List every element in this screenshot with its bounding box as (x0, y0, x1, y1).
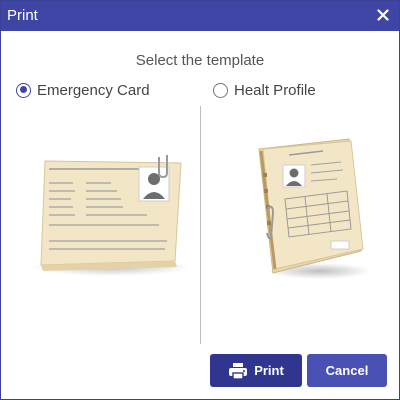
emergency-card-icon[interactable] (31, 149, 191, 279)
option-emergency-card[interactable]: Emergency Card (16, 80, 150, 100)
cancel-button-label: Cancel (325, 363, 369, 378)
print-button[interactable]: Print (210, 354, 302, 387)
dialog-title: Print (7, 7, 38, 24)
print-button-label: Print (254, 363, 284, 378)
close-icon[interactable] (377, 9, 389, 21)
option-label-emergency-card: Emergency Card (37, 81, 150, 99)
option-health-profile[interactable]: Healt Profile (213, 80, 316, 100)
radio-emergency-card[interactable] (16, 82, 31, 98)
radio-health-profile[interactable] (213, 82, 228, 98)
cancel-button[interactable]: Cancel (307, 354, 387, 387)
select-template-heading: Select the template (135, 52, 265, 69)
health-profile-icon[interactable] (253, 133, 373, 283)
divider (200, 106, 201, 344)
printer-icon (229, 362, 248, 380)
option-label-health-profile: Healt Profile (234, 81, 316, 99)
titlebar: Print (1, 1, 399, 31)
print-dialog: Print Select the template Emergency Card… (0, 0, 400, 400)
